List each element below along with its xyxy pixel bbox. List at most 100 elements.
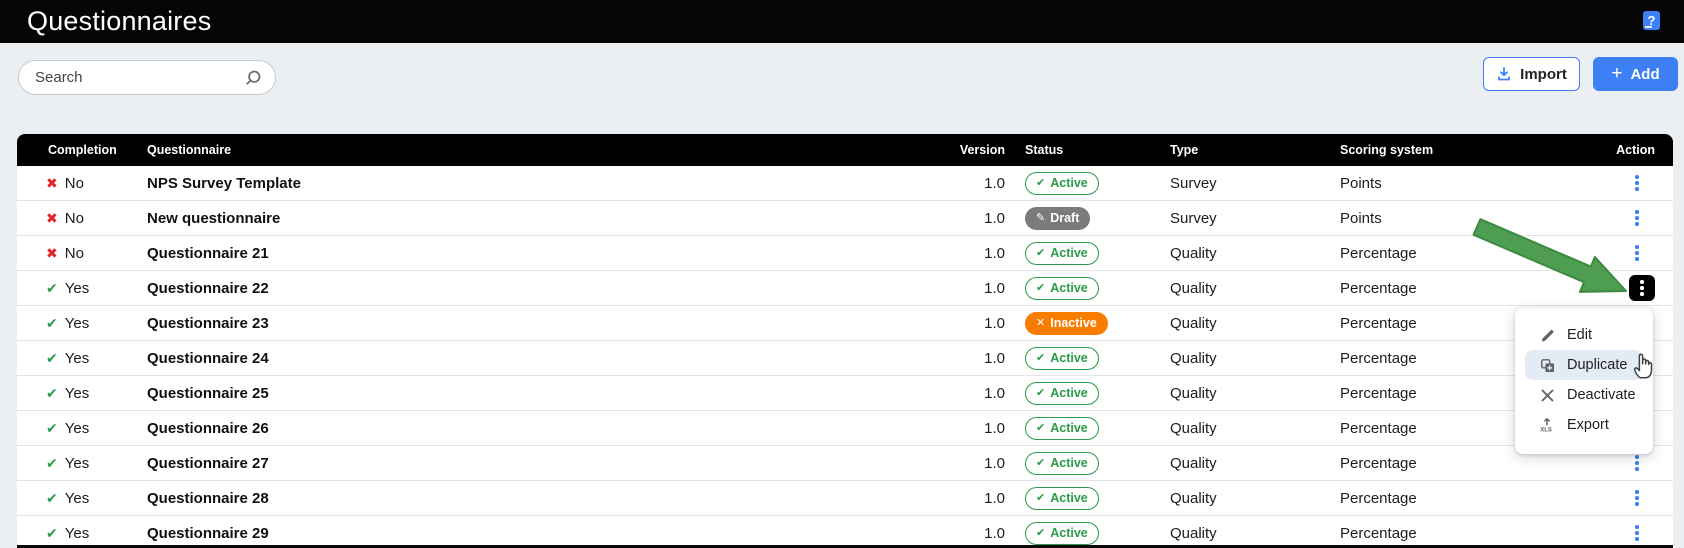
check-icon: ✔	[46, 281, 58, 295]
column-header-version: Version	[935, 143, 1025, 157]
kebab-menu-button-active[interactable]	[1629, 275, 1655, 301]
check-icon: ✔	[46, 386, 58, 400]
status-badge: ✎Draft	[1025, 207, 1090, 230]
check-icon: ✔	[1036, 423, 1045, 434]
kebab-menu-button[interactable]	[1626, 205, 1648, 231]
cell-completion: ✔ Yes	[17, 420, 147, 437]
pencil-icon: ✎	[1036, 213, 1045, 224]
import-button-label: Import	[1520, 66, 1567, 83]
kebab-menu-button[interactable]	[1626, 520, 1648, 546]
cell-type: Quality	[1170, 525, 1340, 542]
cell-type: Quality	[1170, 385, 1340, 402]
cell-type: Survey	[1170, 175, 1340, 192]
menu-item-export[interactable]: XLSExport	[1525, 410, 1643, 440]
column-header-status: Status	[1025, 143, 1170, 157]
cell-type: Survey	[1170, 210, 1340, 227]
kebab-menu-button[interactable]	[1626, 170, 1648, 196]
check-icon: ✔	[1036, 458, 1045, 469]
cell-status: ✔ Active	[1025, 452, 1170, 475]
check-icon: ✔	[1036, 493, 1045, 504]
cell-questionnaire-name: Questionnaire 21	[147, 245, 935, 262]
search-input[interactable]	[19, 69, 244, 86]
add-button[interactable]: + Add	[1593, 57, 1678, 91]
x-icon: ✖	[46, 246, 58, 260]
import-button[interactable]: Import	[1483, 57, 1580, 91]
table-body: ✖NoNPS Survey Template1.0✔ActiveSurveyPo…	[17, 166, 1673, 548]
cell-version: 1.0	[935, 385, 1025, 402]
status-label: Active	[1050, 282, 1088, 295]
search-icon	[244, 69, 262, 87]
cell-version: 1.0	[935, 490, 1025, 507]
menu-item-duplicate[interactable]: Duplicate	[1525, 350, 1643, 380]
cell-questionnaire-name: Questionnaire 26	[147, 420, 935, 437]
table-row: ✖NoNew questionnaire1.0✎DraftSurveyPoint…	[17, 201, 1673, 236]
cell-version: 1.0	[935, 245, 1025, 262]
completion-label: Yes	[65, 490, 89, 507]
status-label: Active	[1050, 527, 1088, 540]
status-label: Active	[1050, 247, 1088, 260]
cell-type: Quality	[1170, 420, 1340, 437]
cell-status: ✔ Active	[1025, 417, 1170, 440]
questionnaires-table: CompletionQuestionnaireVersionStatusType…	[17, 134, 1673, 548]
menu-item-edit[interactable]: Edit	[1525, 320, 1643, 350]
menu-item-label: Edit	[1567, 327, 1592, 343]
status-badge: ✔ Active	[1025, 452, 1099, 475]
completion-label: Yes	[65, 315, 89, 332]
cell-completion: ✔ Yes	[17, 315, 147, 332]
status-badge: ✔Active	[1025, 522, 1099, 545]
table-row: ✔YesQuestionnaire 251.0✔ActiveQualityPer…	[17, 376, 1673, 411]
help-icon[interactable]: ?	[1643, 11, 1660, 30]
kebab-menu-button[interactable]	[1626, 485, 1648, 511]
completion-label: No	[65, 175, 84, 192]
cell-scoring-system: Percentage	[1340, 280, 1600, 297]
status-badge: ✔Active	[1025, 347, 1099, 370]
cell-type: Quality	[1170, 315, 1340, 332]
cell-questionnaire-name: Questionnaire 25	[147, 385, 935, 402]
export-xls-icon: XLS	[1539, 417, 1555, 433]
cell-scoring-system: Percentage	[1340, 455, 1600, 472]
cell-action	[1600, 275, 1673, 301]
menu-item-label: Deactivate	[1567, 387, 1636, 403]
cell-version: 1.0	[935, 315, 1025, 332]
cell-version: 1.0	[935, 175, 1025, 192]
cell-status: ✔Active	[1025, 242, 1170, 265]
cell-completion: ✔Yes	[17, 525, 147, 542]
table-row: ✔YesQuestionnaire 261.0✔ActiveQualityPer…	[17, 411, 1673, 446]
top-bar: Questionnaires ?	[0, 0, 1684, 43]
cell-status: ✎Draft	[1025, 207, 1170, 230]
cell-type: Quality	[1170, 350, 1340, 367]
cell-type: Quality	[1170, 245, 1340, 262]
check-icon: ✔	[46, 316, 58, 330]
row-action-menu: Edit Duplicate Deactivate XLSExport	[1515, 308, 1653, 454]
cell-scoring-system: Points	[1340, 210, 1600, 227]
cell-status: ✔Active	[1025, 277, 1170, 300]
cell-action	[1600, 240, 1673, 266]
column-header-scoring-system: Scoring system	[1340, 143, 1600, 157]
status-label: Active	[1050, 457, 1088, 470]
kebab-menu-button[interactable]	[1626, 240, 1648, 266]
cell-version: 1.0	[935, 420, 1025, 437]
cell-version: 1.0	[935, 350, 1025, 367]
table-row: ✔YesQuestionnaire 281.0✔ActiveQualityPer…	[17, 481, 1673, 516]
cell-version: 1.0	[935, 455, 1025, 472]
status-badge: ✔Active	[1025, 277, 1099, 300]
table-row: ✔YesQuestionnaire 271.0✔ActiveQualityPer…	[17, 446, 1673, 481]
svg-text:XLS: XLS	[1540, 428, 1552, 433]
table-row: ✔YesQuestionnaire 241.0✔ActiveQualityPer…	[17, 341, 1673, 376]
cell-type: Quality	[1170, 280, 1340, 297]
cell-scoring-system: Percentage	[1340, 525, 1600, 542]
plus-icon: +	[1611, 64, 1622, 83]
cell-action	[1600, 170, 1673, 196]
cell-questionnaire-name: NPS Survey Template	[147, 175, 935, 192]
completion-label: Yes	[65, 420, 89, 437]
menu-item-deactivate[interactable]: Deactivate	[1525, 380, 1643, 410]
x-icon: ✕	[1036, 318, 1045, 329]
check-icon: ✔	[46, 421, 58, 435]
cell-completion: ✔Yes	[17, 280, 147, 297]
x-icon: ✖	[46, 211, 58, 225]
cell-status: ✔Active	[1025, 382, 1170, 405]
search-box	[18, 60, 276, 95]
cell-version: 1.0	[935, 280, 1025, 297]
cell-action	[1600, 485, 1673, 511]
status-label: Active	[1050, 422, 1088, 435]
